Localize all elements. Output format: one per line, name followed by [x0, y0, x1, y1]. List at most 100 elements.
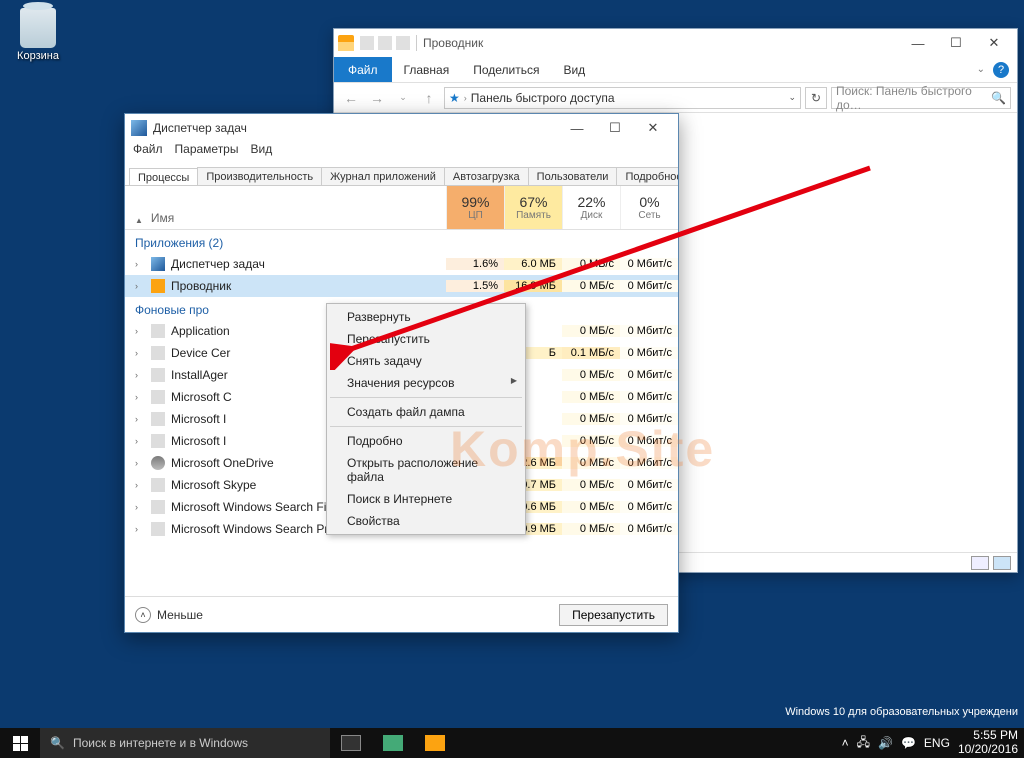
col-network[interactable]: 0%Сеть: [620, 186, 678, 229]
tm-tab[interactable]: Производительность: [197, 167, 322, 185]
refresh-button[interactable]: ↻: [805, 87, 827, 109]
col-name[interactable]: ▲Имя: [125, 186, 446, 229]
context-menu-item[interactable]: Поиск в Интернете: [329, 488, 523, 510]
tm-tab[interactable]: Процессы: [129, 168, 198, 186]
expand-icon[interactable]: ›: [135, 502, 145, 512]
process-row[interactable]: ›Диспетчер задач1.6%6.0 МБ0 МБ/с0 Мбит/с: [125, 253, 678, 275]
sort-icon: ▲: [135, 216, 143, 225]
qat-item[interactable]: [396, 36, 410, 50]
nav-back-button[interactable]: ←: [340, 87, 362, 109]
nav-history-button[interactable]: ⌄: [392, 87, 414, 109]
context-menu-item[interactable]: Значения ресурсов: [329, 372, 523, 394]
maximize-button[interactable]: ☐: [596, 115, 634, 141]
tray-language[interactable]: ENG: [924, 736, 950, 750]
disk-cell: 0 МБ/с: [562, 479, 620, 491]
process-icon: [151, 390, 165, 404]
taskbar-explorer[interactable]: [414, 728, 456, 758]
task-view-icon: [341, 735, 361, 751]
qat-item[interactable]: [378, 36, 392, 50]
taskbar-search[interactable]: 🔍 Поиск в интернете и в Windows: [40, 728, 330, 758]
fewer-details-button[interactable]: ˄ Меньше: [135, 607, 203, 623]
close-button[interactable]: ✕: [975, 30, 1013, 56]
tm-column-headers: ▲Имя 99%ЦП 67%Память 22%Диск 0%Сеть: [125, 186, 678, 230]
qat-item[interactable]: [360, 36, 374, 50]
taskbar-app[interactable]: [372, 728, 414, 758]
recycle-bin[interactable]: Корзина: [12, 8, 64, 62]
menu-file[interactable]: Файл: [133, 142, 163, 162]
explorer-titlebar[interactable]: Проводник — ☐ ✕: [334, 29, 1017, 57]
expand-icon[interactable]: ›: [135, 370, 145, 380]
minimize-button[interactable]: —: [558, 115, 596, 141]
col-cpu[interactable]: 99%ЦП: [446, 186, 504, 229]
tray-notifications-icon[interactable]: 💬: [901, 736, 916, 750]
expand-icon[interactable]: ›: [135, 414, 145, 424]
task-view-button[interactable]: [330, 728, 372, 758]
expand-icon[interactable]: ›: [135, 281, 145, 291]
context-menu-item[interactable]: Открыть расположение файла: [329, 452, 523, 488]
expand-icon[interactable]: ›: [135, 436, 145, 446]
context-menu-item[interactable]: Создать файл дампа: [329, 401, 523, 423]
help-icon[interactable]: ?: [993, 62, 1009, 78]
tab-share[interactable]: Поделиться: [461, 57, 551, 82]
search-icon: 🔍: [50, 736, 65, 750]
address-dropdown-icon[interactable]: ⌄: [788, 92, 796, 103]
menu-view[interactable]: Вид: [250, 142, 272, 162]
context-menu-item[interactable]: Подробно: [329, 430, 523, 452]
process-icon: [151, 279, 165, 293]
recycle-bin-label: Корзина: [12, 50, 64, 62]
disk-cell: 0 МБ/с: [562, 435, 620, 447]
expand-icon[interactable]: ›: [135, 392, 145, 402]
process-icon: [151, 478, 165, 492]
close-button[interactable]: ✕: [634, 115, 672, 141]
tray-clock[interactable]: 5:55 PM 10/20/2016: [958, 729, 1018, 757]
windows-edition: Windows 10 для образовательных учреждени: [785, 706, 1018, 718]
tray-chevron-icon[interactable]: ˄: [842, 736, 849, 750]
tray-volume-icon[interactable]: 🔊: [878, 736, 893, 750]
tm-footer: ˄ Меньше Перезапустить: [125, 596, 678, 632]
nav-forward-button[interactable]: →: [366, 87, 388, 109]
tm-tab[interactable]: Пользователи: [528, 167, 618, 185]
nav-up-button[interactable]: ↑: [418, 87, 440, 109]
start-button[interactable]: [0, 728, 40, 758]
process-name: Microsoft I: [171, 412, 226, 426]
maximize-button[interactable]: ☐: [937, 30, 975, 56]
col-memory[interactable]: 67%Память: [504, 186, 562, 229]
context-menu-item[interactable]: Свойства: [329, 510, 523, 532]
minimize-button[interactable]: —: [899, 30, 937, 56]
process-name: Microsoft Windows Search Filte…: [171, 500, 351, 514]
tab-file[interactable]: Файл: [334, 57, 392, 82]
expand-icon[interactable]: ›: [135, 326, 145, 336]
tab-home[interactable]: Главная: [392, 57, 462, 82]
view-details-button[interactable]: [971, 556, 989, 570]
app-icon: [383, 735, 403, 751]
net-cell: 0 Мбит/с: [620, 501, 678, 513]
tm-titlebar[interactable]: Диспетчер задач — ☐ ✕: [125, 114, 678, 142]
search-icon: 🔍: [991, 91, 1006, 105]
expand-icon[interactable]: ›: [135, 524, 145, 534]
context-menu-item[interactable]: Перезапустить: [329, 328, 523, 350]
context-menu-item[interactable]: Развернуть: [329, 306, 523, 328]
address-bar[interactable]: ★ › Панель быстрого доступа ⌄: [444, 87, 801, 109]
expand-icon[interactable]: ›: [135, 458, 145, 468]
process-icon: [151, 346, 165, 360]
expand-ribbon-icon[interactable]: ⌄: [977, 64, 985, 75]
expand-icon[interactable]: ›: [135, 348, 145, 358]
mem-cell: 6.0 МБ: [504, 258, 562, 270]
context-menu-item[interactable]: Снять задачу: [329, 350, 523, 372]
tm-tab[interactable]: Автозагрузка: [444, 167, 529, 185]
tab-view[interactable]: Вид: [551, 57, 597, 82]
menu-options[interactable]: Параметры: [175, 142, 239, 162]
tray-network-icon[interactable]: 🖧: [857, 733, 870, 754]
search-input[interactable]: Поиск: Панель быстрого до… 🔍: [831, 87, 1011, 109]
disk-cell: 0 МБ/с: [562, 413, 620, 425]
restart-button[interactable]: Перезапустить: [559, 604, 668, 626]
expand-icon[interactable]: ›: [135, 259, 145, 269]
tm-tab[interactable]: Журнал приложений: [321, 167, 445, 185]
net-cell: 0 Мбит/с: [620, 435, 678, 447]
col-disk[interactable]: 22%Диск: [562, 186, 620, 229]
process-row[interactable]: ›Проводник1.5%16.9 МБ0 МБ/с0 Мбит/с: [125, 275, 678, 297]
address-text: Панель быстрого доступа: [471, 91, 785, 105]
view-icons-button[interactable]: [993, 556, 1011, 570]
expand-icon[interactable]: ›: [135, 480, 145, 490]
tm-tab[interactable]: Подробности: [616, 167, 678, 185]
